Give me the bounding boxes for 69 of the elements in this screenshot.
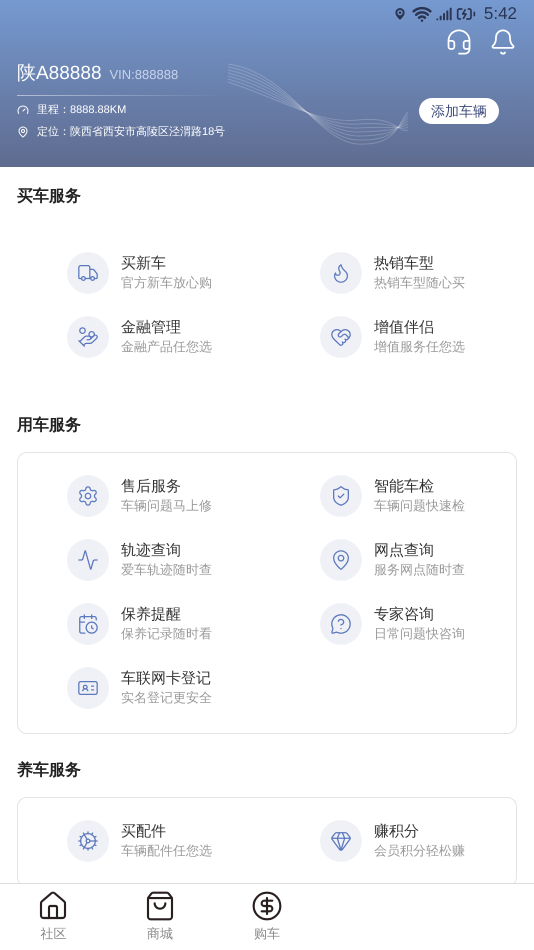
service-title: 保养提醒 (121, 605, 182, 625)
calendar-icon (77, 613, 99, 635)
service-subtitle: 官方新车放心购 (121, 274, 212, 292)
gauge-icon (17, 104, 29, 116)
heart-hands-icon (330, 326, 352, 348)
nav-tab[interactable]: 商城 (106, 884, 214, 950)
pulse-icon (77, 549, 99, 571)
service-subtitle: 增值服务任您选 (374, 338, 465, 356)
service-item[interactable]: 智能车检 车辆问题快速检 (320, 475, 516, 517)
service-subtitle: 车辆问题马上修 (121, 497, 212, 515)
plate-number: 陕A88888 (17, 62, 102, 86)
question-chat-icon (330, 613, 352, 635)
gear-icon (77, 830, 99, 852)
service-item[interactable]: 增值伴侣 增值服务任您选 (320, 316, 516, 358)
service-subtitle: 金融产品任您选 (121, 338, 212, 356)
service-subtitle: 车辆配件任您选 (121, 842, 212, 860)
add-vehicle-button[interactable]: 添加车辆 (419, 98, 499, 124)
map-pin-icon (330, 549, 352, 571)
service-item[interactable]: 专家咨询 日常问题快咨询 (320, 603, 516, 645)
diamond-icon (330, 830, 352, 852)
service-item[interactable]: 赚积分 会员积分轻松赚 (320, 820, 516, 862)
section-title: 养车服务 (17, 760, 82, 781)
service-item[interactable]: 保养提醒 保养记录随时看 (67, 603, 320, 645)
service-title: 轨迹查询 (121, 541, 182, 561)
money-icon (77, 326, 99, 348)
location-text: 定位：陕西省西安市高陵区泾渭路18号 (37, 124, 226, 140)
service-subtitle: 日常问题快咨询 (374, 625, 465, 643)
location-icon (17, 126, 29, 138)
service-title: 网点查询 (374, 541, 435, 561)
vin-text: VIN:888888 (110, 66, 178, 84)
location-icon (392, 6, 408, 22)
service-subtitle: 实名登记更安全 (121, 689, 212, 707)
service-title: 智能车检 (374, 477, 435, 497)
nav-tab[interactable]: 购车 (214, 884, 320, 950)
service-item[interactable]: 售后服务 车辆问题马上修 (67, 475, 320, 517)
service-item[interactable]: 金融管理 金融产品任您选 (67, 316, 320, 358)
service-item[interactable]: 买新车 官方新车放心购 (67, 252, 320, 294)
truck-icon (77, 262, 99, 284)
service-subtitle: 服务网点随时查 (374, 561, 465, 579)
service-subtitle: 保养记录随时看 (121, 625, 212, 643)
service-title: 车联网卡登记 (121, 669, 212, 689)
gear-icon (77, 485, 99, 507)
service-title: 增值伴侣 (374, 318, 435, 338)
wifi-icon (412, 4, 432, 24)
service-title: 热销车型 (374, 254, 435, 274)
service-item[interactable]: 车联网卡登记 实名登记更安全 (67, 667, 320, 709)
service-title: 售后服务 (121, 477, 182, 497)
signal-icon (436, 6, 452, 22)
service-item[interactable]: 网点查询 服务网点随时查 (320, 539, 516, 581)
section-title: 买车服务 (17, 186, 82, 207)
mileage-text: 里程：8888.88KM (37, 102, 126, 118)
service-item[interactable]: 轨迹查询 爱车轨迹随时查 (67, 539, 320, 581)
service-item[interactable]: 热销车型 热销车型随心买 (320, 252, 516, 294)
service-title: 专家咨询 (374, 605, 435, 625)
service-subtitle: 热销车型随心买 (374, 274, 465, 292)
service-title: 赚积分 (374, 822, 420, 842)
service-title: 买配件 (121, 822, 167, 842)
bell-icon[interactable] (489, 28, 517, 56)
support-icon[interactable] (445, 28, 473, 56)
service-item[interactable]: 买配件 车辆配件任您选 (67, 820, 320, 862)
status-time: 5:42 (484, 3, 517, 26)
section-title: 用车服务 (17, 415, 82, 436)
service-title: 金融管理 (121, 318, 182, 338)
service-subtitle: 会员积分轻松赚 (374, 842, 465, 860)
shield-icon (330, 485, 352, 507)
service-subtitle: 车辆问题快速检 (374, 497, 465, 515)
service-title: 买新车 (121, 254, 167, 274)
service-subtitle: 爱车轨迹随时查 (121, 561, 212, 579)
nav-tab[interactable]: 社区 (0, 884, 107, 950)
